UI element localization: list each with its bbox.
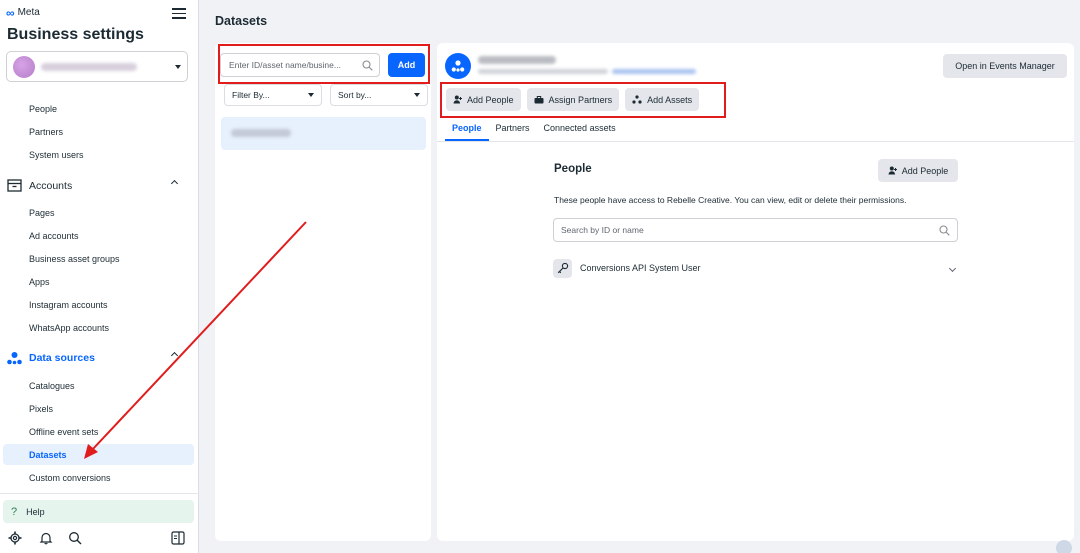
sidebar-section-label: Data sources — [29, 352, 95, 364]
person-row[interactable]: Conversions API System User — [553, 257, 958, 279]
chevron-down-icon[interactable] — [948, 264, 957, 272]
sidebar-item-business-asset-groups[interactable]: Business asset groups — [29, 254, 120, 264]
divider — [437, 141, 1074, 142]
add-people-label: Add People — [901, 165, 949, 176]
detail-tabs: People Partners Connected assets — [445, 121, 623, 141]
help-button[interactable]: ? Help — [3, 500, 194, 523]
filter-by-dropdown[interactable]: Filter By... — [224, 84, 322, 106]
sidebar-item-pages[interactable]: Pages — [29, 208, 55, 218]
open-in-events-manager-button[interactable]: Open in Events Manager — [943, 54, 1067, 78]
add-people-button-secondary[interactable]: Add People — [878, 159, 958, 182]
tab-people[interactable]: People — [445, 121, 489, 141]
filter-sort-row: Filter By... Sort by... — [224, 84, 428, 106]
caret-down-icon — [414, 93, 420, 97]
filter-by-label: Filter By... — [232, 90, 270, 100]
meta-logo[interactable]: ∞ Meta — [6, 5, 40, 20]
bell-icon[interactable] — [39, 531, 53, 545]
page-title: Business settings — [7, 26, 144, 43]
key-icon — [553, 258, 572, 278]
search-icon — [939, 224, 950, 236]
caret-down-icon — [175, 64, 181, 69]
help-label: Help — [26, 506, 45, 517]
chevron-up-icon — [170, 179, 179, 188]
dataset-icon — [451, 60, 465, 72]
sidebar-section-accounts[interactable]: Accounts — [7, 179, 179, 192]
people-search-input[interactable]: Search by ID or name — [553, 218, 958, 242]
panel-toggle-icon[interactable] — [171, 531, 185, 545]
data-sources-icon — [7, 352, 22, 365]
dataset-meta-redacted — [478, 69, 608, 74]
sidebar-item-apps[interactable]: Apps — [29, 277, 50, 287]
globe-icon[interactable] — [1056, 540, 1072, 553]
dataset-list-item[interactable] — [221, 117, 426, 150]
archive-box-icon — [7, 179, 22, 192]
sidebar-item-partners[interactable]: Partners — [29, 127, 63, 137]
business-avatar — [13, 55, 35, 78]
sidebar-section-data-sources[interactable]: Data sources — [7, 351, 179, 365]
business-selector[interactable] — [6, 51, 188, 82]
people-description: These people have access to Rebelle Crea… — [554, 195, 907, 205]
person-name: Conversions API System User — [580, 263, 701, 273]
sidebar-item-datasets[interactable]: Datasets — [29, 450, 67, 460]
highlight-search-add — [218, 44, 430, 84]
dataset-name-redacted — [231, 129, 291, 137]
business-name-redacted — [41, 62, 137, 71]
sidebar-item-offline-event-sets[interactable]: Offline event sets — [29, 427, 98, 437]
gear-icon[interactable] — [8, 531, 22, 545]
sidebar-item-instagram-accounts[interactable]: Instagram accounts — [29, 300, 108, 310]
sort-by-label: Sort by... — [338, 90, 372, 100]
sort-by-dropdown[interactable]: Sort by... — [330, 84, 428, 106]
sidebar-item-pixels[interactable]: Pixels — [29, 404, 53, 414]
sidebar-item-ad-accounts[interactable]: Ad accounts — [29, 231, 79, 241]
chevron-up-icon — [170, 351, 179, 360]
search-icon[interactable] — [68, 531, 82, 545]
sidebar: ∞ Meta Business settings People Partners… — [0, 0, 199, 553]
sidebar-item-catalogues[interactable]: Catalogues — [29, 381, 75, 391]
sidebar-section-label: Accounts — [29, 179, 73, 192]
meta-logo-text: Meta — [17, 7, 40, 18]
hamburger-menu-icon[interactable] — [172, 8, 186, 19]
sidebar-item-system-users[interactable]: System users — [29, 150, 84, 160]
dataset-avatar — [445, 53, 471, 79]
dataset-name-redacted — [478, 56, 556, 64]
question-mark-icon: ? — [11, 505, 18, 518]
divider — [0, 493, 199, 494]
sidebar-item-whatsapp-accounts[interactable]: WhatsApp accounts — [29, 323, 109, 333]
person-add-icon — [888, 166, 897, 175]
tab-connected-assets[interactable]: Connected assets — [537, 121, 623, 141]
sidebar-item-custom-conversions[interactable]: Custom conversions — [29, 473, 111, 483]
people-section-title: People — [554, 163, 592, 175]
meta-infinity-icon: ∞ — [6, 5, 15, 20]
main-page-title: Datasets — [215, 14, 268, 28]
people-search-placeholder: Search by ID or name — [561, 225, 644, 235]
caret-down-icon — [308, 93, 314, 97]
sidebar-footer — [0, 528, 199, 550]
tab-partners[interactable]: Partners — [489, 121, 537, 141]
sidebar-item-people[interactable]: People — [29, 104, 57, 114]
dataset-link-redacted — [612, 69, 696, 74]
highlight-action-buttons — [440, 82, 726, 118]
